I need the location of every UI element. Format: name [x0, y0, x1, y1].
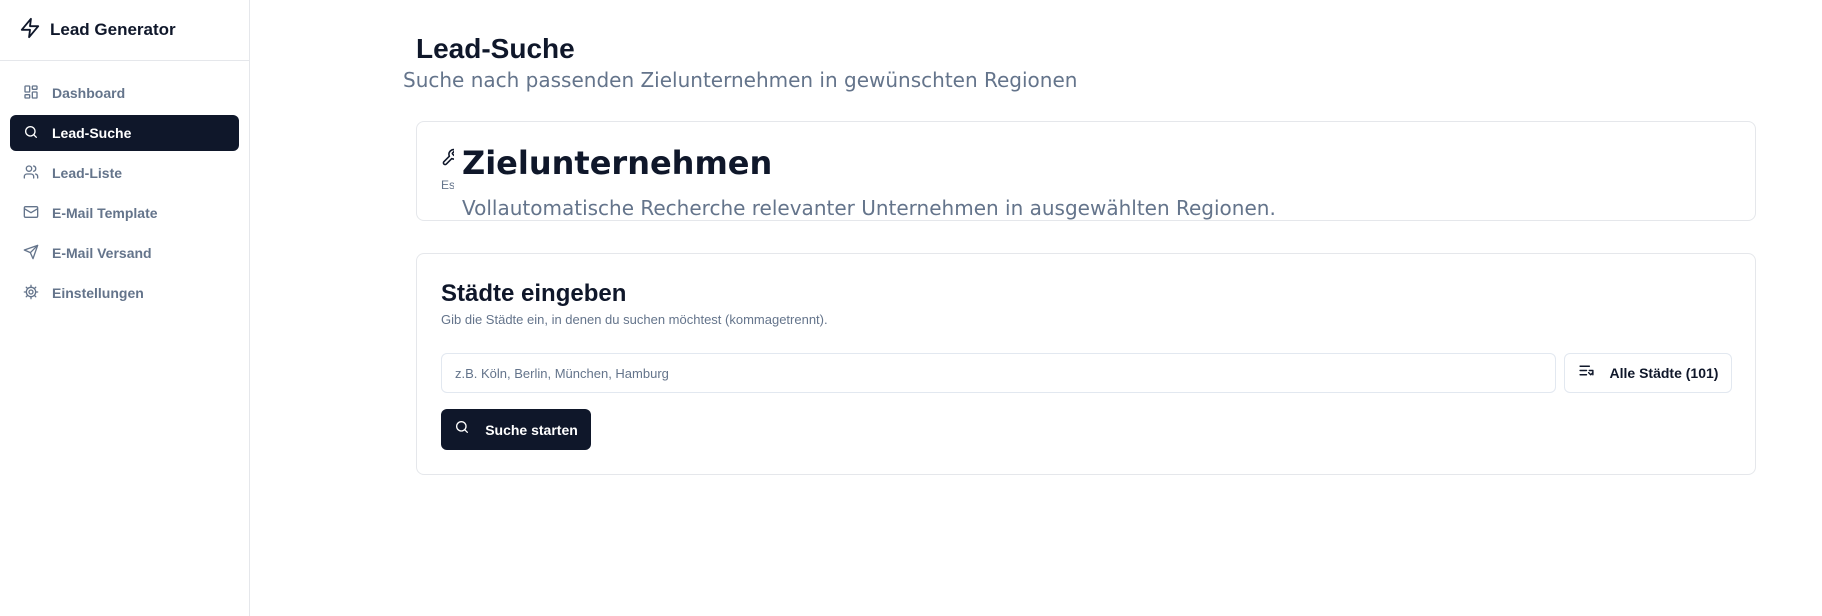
mail-icon — [23, 204, 39, 223]
target-companies-card: Es v Zielunternehmen Vollautomatische Re… — [416, 121, 1756, 221]
clipped-description: Es v — [441, 178, 454, 192]
all-cities-button[interactable]: Alle Städte (101) — [1564, 353, 1732, 393]
sidebar: Lead Generator Dashboard Lead-Suche Lead… — [0, 0, 250, 616]
target-companies-title: Zielunternehmen — [462, 144, 773, 182]
cities-input[interactable] — [441, 353, 1556, 393]
gear-icon — [23, 284, 39, 303]
sidebar-item-email-template[interactable]: E-Mail Template — [10, 195, 239, 231]
main-content: Lead-Suche Suche nach passenden Zielunte… — [251, 0, 1822, 616]
all-cities-button-label: Alle Städte (101) — [1609, 365, 1719, 381]
sidebar-item-label: Lead-Liste — [52, 165, 123, 181]
sidebar-nav: Dashboard Lead-Suche Lead-Liste E-Mail T… — [0, 75, 249, 311]
page-subtitle: Suche nach passenden Zielunternehmen in … — [403, 68, 1078, 92]
sidebar-item-label: E-Mail Versand — [52, 245, 152, 261]
list-end-icon — [1578, 362, 1595, 384]
sidebar-item-email-versand[interactable]: E-Mail Versand — [10, 235, 239, 271]
cities-card-title: Städte eingeben — [441, 280, 627, 307]
zap-icon — [19, 17, 41, 44]
start-search-button-label: Suche starten — [485, 421, 578, 438]
app-name: Lead Generator — [50, 20, 176, 39]
target-companies-overlay: Zielunternehmen Vollautomatische Recherc… — [454, 144, 1581, 220]
cities-card: Städte eingeben Gib die Städte ein, in d… — [416, 253, 1756, 475]
sidebar-item-label: Lead-Suche — [52, 125, 132, 141]
send-icon — [23, 244, 39, 263]
search-icon — [454, 419, 470, 440]
dashboard-icon — [23, 84, 39, 103]
sidebar-item-label: Dashboard — [52, 85, 126, 101]
sidebar-item-label: E-Mail Template — [52, 205, 158, 221]
brand[interactable]: Lead Generator — [0, 0, 249, 61]
sidebar-item-lead-liste[interactable]: Lead-Liste — [10, 155, 239, 191]
sidebar-item-label: Einstellungen — [52, 285, 144, 301]
sidebar-item-lead-suche[interactable]: Lead-Suche — [10, 115, 239, 151]
search-icon — [23, 124, 39, 143]
users-icon — [23, 164, 39, 183]
start-search-button[interactable]: Suche starten — [441, 409, 591, 450]
sidebar-item-einstellungen[interactable]: Einstellungen — [10, 275, 239, 311]
sidebar-item-dashboard[interactable]: Dashboard — [10, 75, 239, 111]
cities-card-description: Gib die Städte ein, in denen du suchen m… — [441, 312, 828, 327]
target-companies-description: Vollautomatische Recherche relevanter Un… — [462, 196, 1276, 220]
page-title: Lead-Suche — [416, 33, 575, 64]
